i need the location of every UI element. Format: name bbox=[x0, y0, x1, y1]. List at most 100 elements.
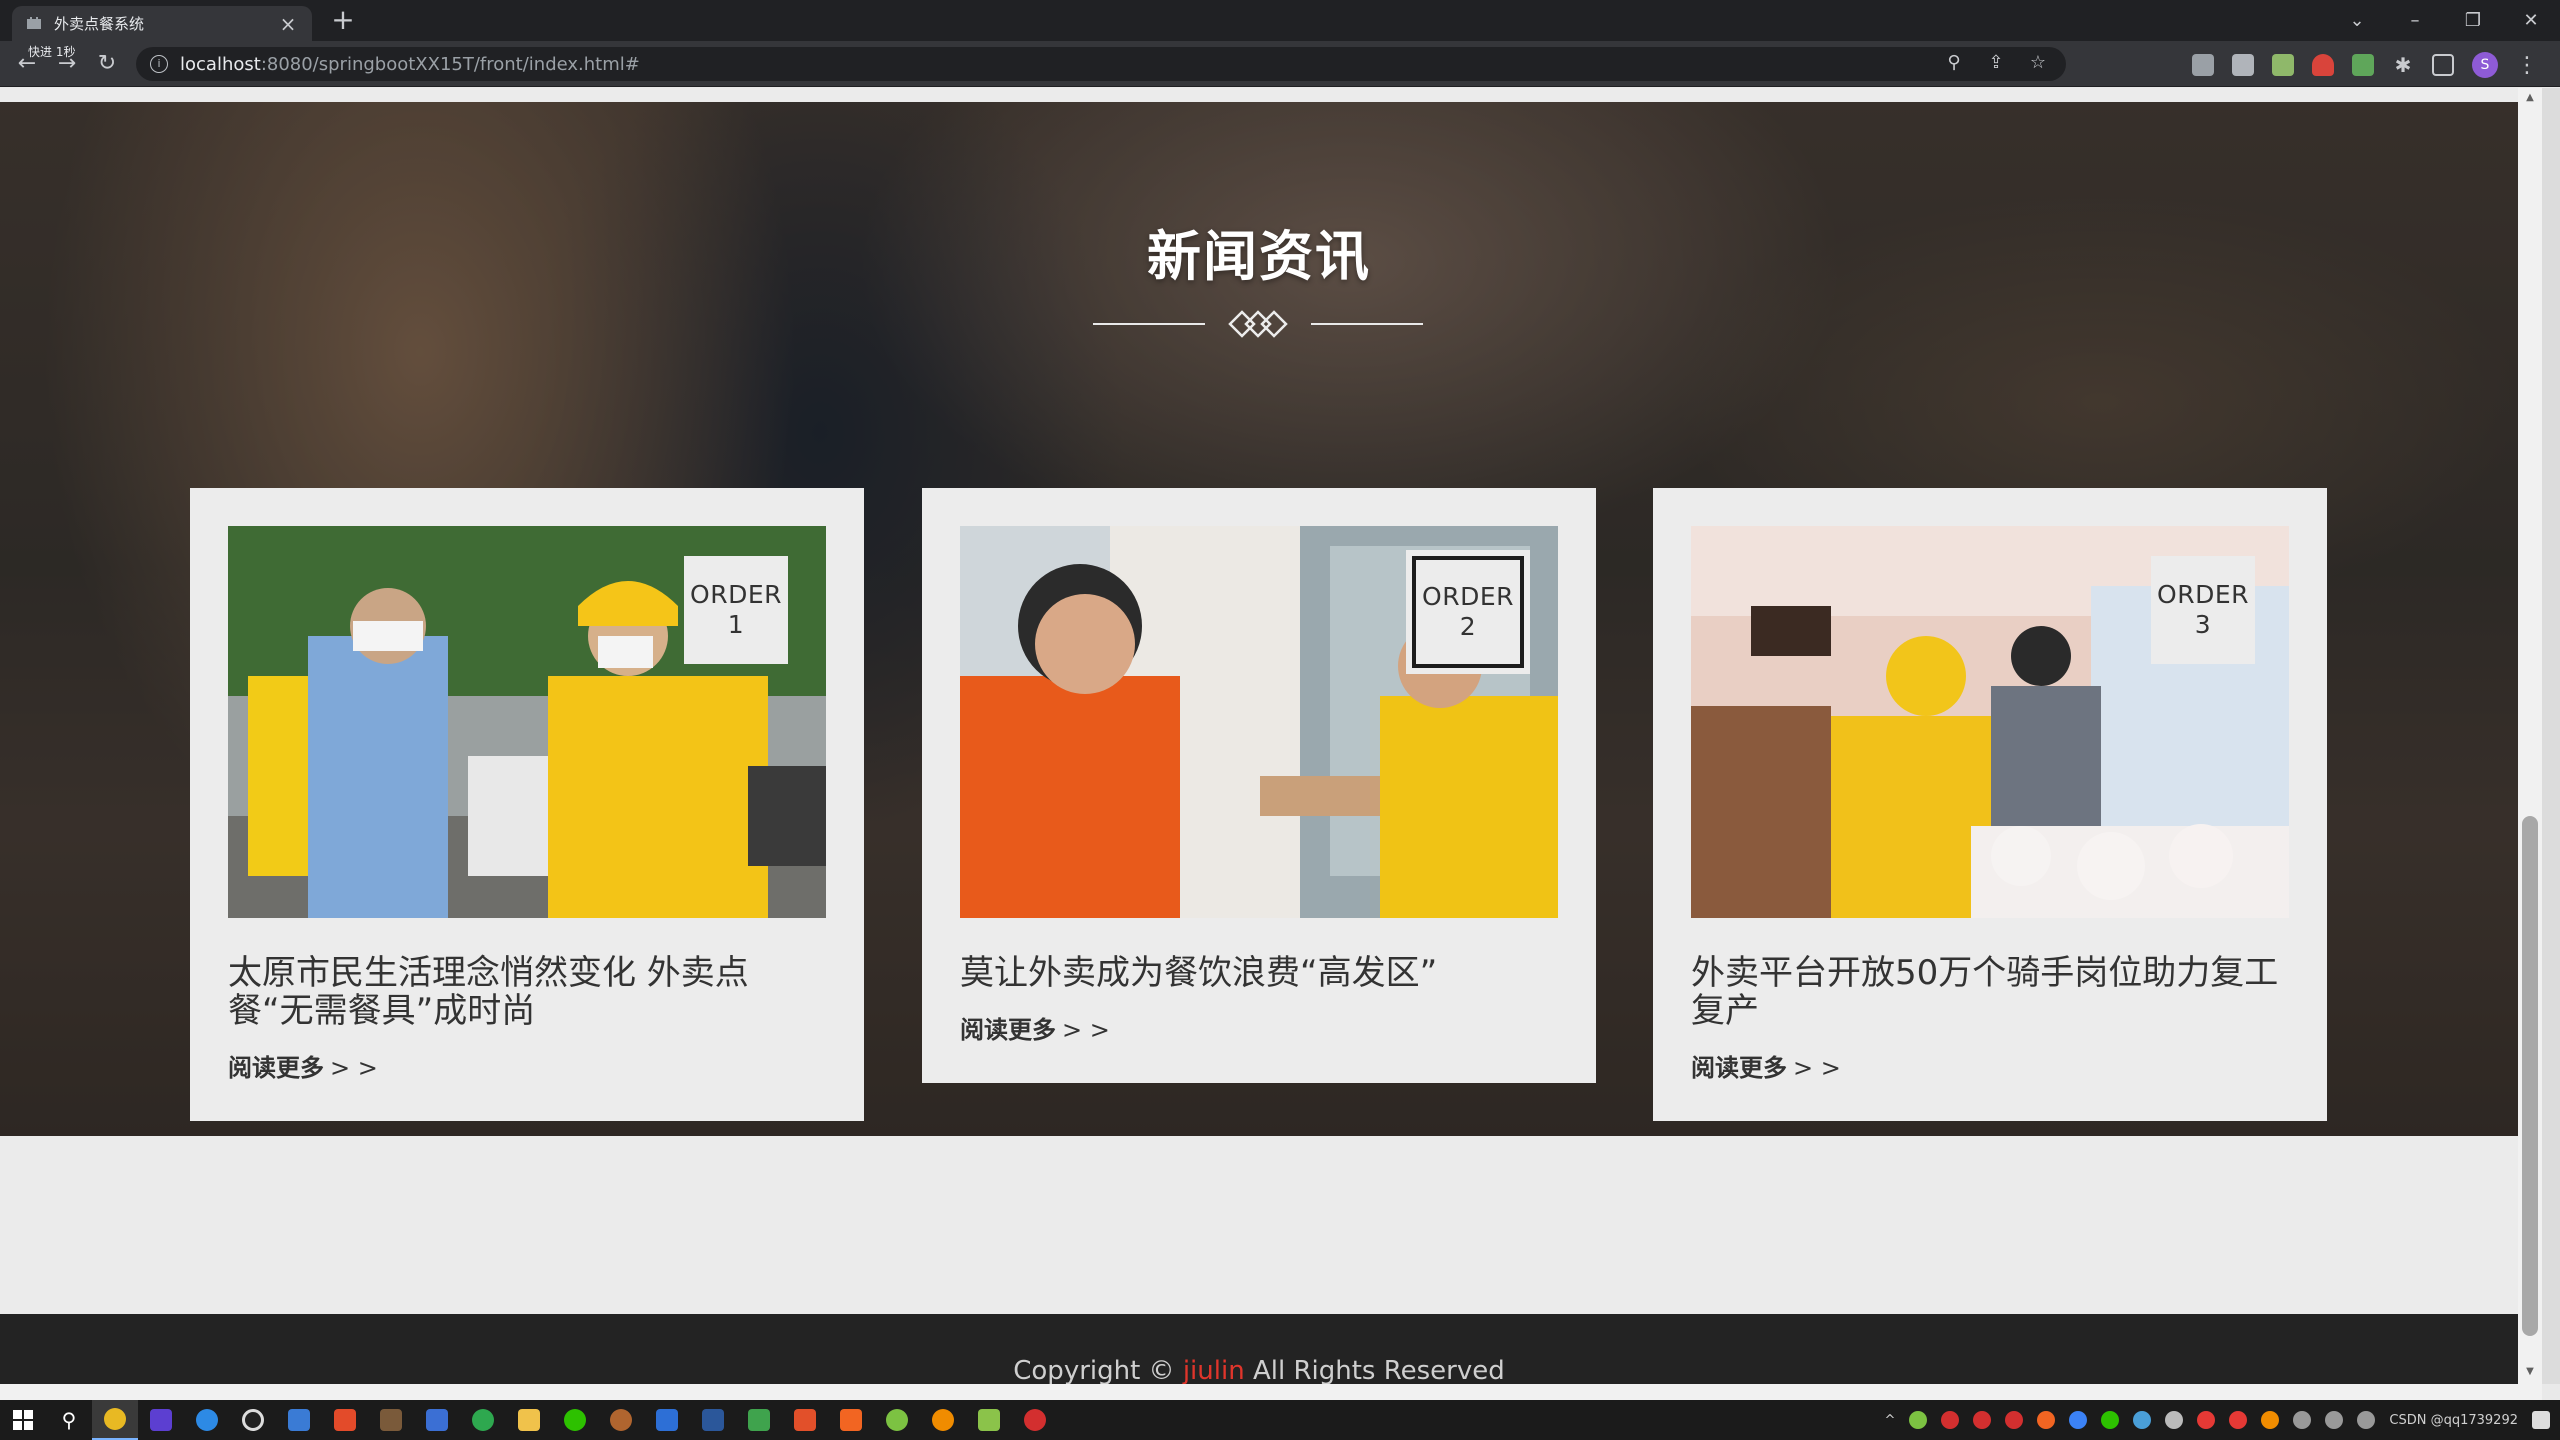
tray-app-icon[interactable] bbox=[2133, 1411, 2152, 1429]
taskbar-app-icon[interactable] bbox=[828, 1400, 874, 1440]
browser-tabbar: 外卖点餐系统 × + ⌄ – ❐ ✕ bbox=[0, 0, 2560, 41]
copyright-link[interactable]: jiulin bbox=[1183, 1356, 1245, 1384]
read-more-label: 阅读更多 bbox=[228, 1054, 324, 1082]
news-card-image[interactable]: ORDER 2 bbox=[960, 526, 1558, 918]
system-tray: ^ CSDN @qq1739292 bbox=[1884, 1400, 2550, 1440]
restore-icon[interactable]: ❐ bbox=[2444, 10, 2502, 31]
news-card[interactable]: ORDER 3 外卖平台开放50万个骑手岗位助力复工复产 阅读更多 > > bbox=[1653, 488, 2327, 1121]
file-explorer-icon[interactable] bbox=[506, 1400, 552, 1440]
news-card-title[interactable]: 外卖平台开放50万个骑手岗位助力复工复产 bbox=[1691, 954, 2289, 1030]
tray-pen-icon[interactable] bbox=[2357, 1411, 2376, 1429]
read-more-link[interactable]: 阅读更多 > > bbox=[960, 1010, 1110, 1083]
tray-app-icon[interactable] bbox=[2229, 1411, 2248, 1429]
url-path: :8080/springbootXX15T/front/index.html# bbox=[260, 53, 640, 75]
site-favicon-icon bbox=[24, 14, 44, 34]
copyright-suffix: All Rights Reserved bbox=[1244, 1356, 1505, 1384]
notification-icon[interactable] bbox=[2532, 1411, 2550, 1429]
taskbar-app-icon[interactable] bbox=[736, 1400, 782, 1440]
tray-app-icon[interactable] bbox=[1909, 1411, 1928, 1429]
taskbar-app-icon[interactable] bbox=[460, 1400, 506, 1440]
order-badge: ORDER 3 bbox=[2151, 556, 2255, 664]
news-card-title[interactable]: 太原市民生活理念悄然变化 外卖点餐“无需餐具”成时尚 bbox=[228, 954, 826, 1030]
extension-image-icon[interactable] bbox=[2272, 54, 2294, 76]
extension-camera-icon[interactable] bbox=[2232, 54, 2254, 76]
forward-arrow-icon[interactable]: → bbox=[52, 49, 82, 79]
tray-app-icon[interactable] bbox=[2261, 1411, 2280, 1429]
read-more-arrows-icon: > > bbox=[1793, 1054, 1841, 1082]
news-card[interactable]: ORDER 1 太原市民生活理念悄然变化 外卖点餐“无需餐具”成时尚 阅读更多 >… bbox=[190, 488, 864, 1121]
tray-record-icon[interactable] bbox=[2197, 1411, 2216, 1429]
taskbar-app-icon[interactable] bbox=[184, 1400, 230, 1440]
taskbar-app-icon[interactable] bbox=[874, 1400, 920, 1440]
browser-menu-icon[interactable]: ⋮ bbox=[2516, 53, 2538, 78]
taskbar-app-icon[interactable] bbox=[230, 1400, 276, 1440]
extension-leaf-icon[interactable] bbox=[2352, 54, 2374, 76]
scroll-up-arrow-icon[interactable]: ▲ bbox=[2522, 92, 2538, 103]
order-badge: ORDER 1 bbox=[684, 556, 788, 664]
taskbar-app-icon[interactable] bbox=[414, 1400, 460, 1440]
news-card-title[interactable]: 莫让外卖成为餐饮浪费“高发区” bbox=[960, 954, 1558, 992]
news-section: 新闻资讯 ORDER 1 太原市民生活理念悄然变化 外卖点餐“无需餐具”成时尚 … bbox=[0, 102, 2518, 1136]
extensions-puzzle-icon[interactable]: ✱ bbox=[2392, 54, 2414, 76]
profile-avatar[interactable]: S bbox=[2472, 52, 2498, 78]
close-window-icon[interactable]: ✕ bbox=[2502, 10, 2560, 31]
news-card-image[interactable]: ORDER 3 bbox=[1691, 526, 2289, 918]
wechat-icon[interactable] bbox=[552, 1400, 598, 1440]
tray-app-icon[interactable] bbox=[2069, 1411, 2088, 1429]
chrome-taskbar-icon[interactable] bbox=[92, 1400, 138, 1440]
extension-shield-icon[interactable] bbox=[2312, 54, 2334, 76]
tray-mic-icon[interactable] bbox=[2165, 1411, 2184, 1429]
taskbar-app-icon[interactable] bbox=[138, 1400, 184, 1440]
read-more-link[interactable]: 阅读更多 > > bbox=[228, 1048, 378, 1121]
bookmark-star-icon[interactable]: ☆ bbox=[2028, 52, 2048, 73]
new-tab-button[interactable]: + bbox=[326, 6, 360, 40]
taskbar-app-icon[interactable] bbox=[1012, 1400, 1058, 1440]
taskbar-app-icon[interactable] bbox=[322, 1400, 368, 1440]
taskbar-app-icon[interactable] bbox=[782, 1400, 828, 1440]
tray-overflow-icon[interactable]: ^ bbox=[1884, 1413, 1895, 1428]
read-more-link[interactable]: 阅读更多 > > bbox=[1691, 1048, 1841, 1121]
read-more-arrows-icon: > > bbox=[330, 1054, 378, 1082]
horizontal-scrollbar[interactable] bbox=[0, 1384, 2542, 1400]
reload-icon[interactable]: ↻ bbox=[92, 49, 122, 79]
taskbar-app-icon[interactable] bbox=[966, 1400, 1012, 1440]
taskbar-app-icon[interactable] bbox=[920, 1400, 966, 1440]
word-icon[interactable] bbox=[690, 1400, 736, 1440]
read-more-label: 阅读更多 bbox=[960, 1016, 1056, 1044]
minimize-icon[interactable]: – bbox=[2386, 10, 2444, 31]
taskbar-app-icon[interactable] bbox=[276, 1400, 322, 1440]
windows-start-icon[interactable] bbox=[0, 1400, 46, 1440]
scroll-down-arrow-icon[interactable]: ▼ bbox=[2522, 1366, 2538, 1377]
browser-toolbar: ← 快进 1秒 → ↻ i localhost :8080/springboot… bbox=[0, 41, 2560, 87]
tray-app-icon[interactable] bbox=[1941, 1411, 1960, 1429]
tray-app-icon[interactable] bbox=[2005, 1411, 2024, 1429]
order-number: 3 bbox=[2194, 610, 2212, 639]
browser-tab[interactable]: 外卖点餐系统 × bbox=[12, 6, 312, 41]
taskbar-app-icon[interactable] bbox=[598, 1400, 644, 1440]
tab-search-chevron-icon[interactable]: ⌄ bbox=[2328, 10, 2386, 31]
tray-network-icon[interactable] bbox=[2293, 1411, 2312, 1429]
share-icon[interactable]: ⇪ bbox=[1986, 52, 2006, 73]
side-panel-icon[interactable] bbox=[2432, 54, 2454, 76]
tab-close-icon[interactable]: × bbox=[276, 12, 300, 36]
tray-volume-icon[interactable] bbox=[2325, 1411, 2344, 1429]
order-label: ORDER bbox=[2157, 580, 2249, 609]
page-viewport: 新闻资讯 ORDER 1 太原市民生活理念悄然变化 外卖点餐“无需餐具”成时尚 … bbox=[0, 88, 2518, 1384]
site-info-icon[interactable]: i bbox=[150, 55, 168, 73]
tray-wechat-icon[interactable] bbox=[2101, 1411, 2120, 1429]
search-icon[interactable]: ⚲ bbox=[46, 1400, 92, 1440]
title-divider-left bbox=[1093, 323, 1205, 325]
scrollbar-thumb[interactable] bbox=[2522, 816, 2538, 1336]
tray-app-icon[interactable] bbox=[1973, 1411, 1992, 1429]
zoom-icon[interactable]: ⚲ bbox=[1944, 52, 1964, 73]
taskbar-app-icon[interactable] bbox=[368, 1400, 414, 1440]
news-card[interactable]: ORDER 2 莫让外卖成为餐饮浪费“高发区” 阅读更多 > > bbox=[922, 488, 1596, 1083]
read-more-label: 阅读更多 bbox=[1691, 1054, 1787, 1082]
address-bar[interactable]: i localhost :8080/springbootXX15T/front/… bbox=[136, 47, 2066, 81]
copyright-text: Copyright © jiulin All Rights Reserved bbox=[0, 1356, 2518, 1384]
taskbar-app-icon[interactable] bbox=[644, 1400, 690, 1440]
order-badge: ORDER 2 bbox=[1406, 550, 1530, 674]
news-card-image[interactable]: ORDER 1 bbox=[228, 526, 826, 918]
tray-app-icon[interactable] bbox=[2037, 1411, 2056, 1429]
extension-folder-icon[interactable] bbox=[2192, 54, 2214, 76]
